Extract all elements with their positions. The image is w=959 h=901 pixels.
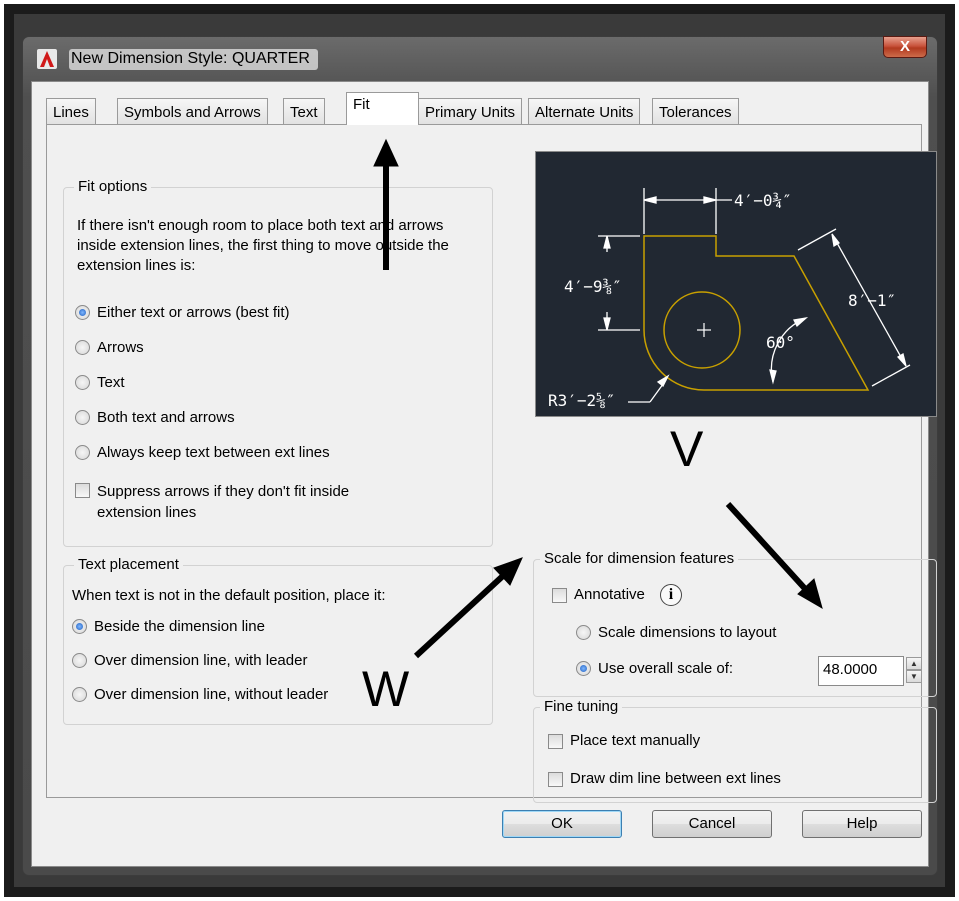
radio-arrows[interactable]: Arrows (75, 339, 144, 356)
preview-top-dimension: 4′−0¾″ (734, 191, 792, 210)
tab-symbols-and-arrows[interactable]: Symbols and Arrows (117, 98, 268, 124)
checkbox-draw-dim-line[interactable]: Draw dim line between ext lines (548, 770, 781, 787)
scale-group: Scale for dimension features Annotative … (533, 550, 937, 697)
radio-over-dim-with-leader[interactable]: Over dimension line, with leader (72, 652, 307, 669)
radio-over-dim-without-leader[interactable]: Over dimension line, without leader (72, 686, 328, 703)
fit-options-title: Fit options (74, 178, 152, 195)
fit-options-description: If there isn't enough room to place both… (77, 217, 449, 274)
preview-geometry (643, 235, 870, 391)
autocad-app-icon (37, 49, 57, 69)
radio-scale-to-layout[interactable]: Scale dimensions to layout (576, 624, 776, 641)
title-bar[interactable]: New Dimension Style: QUARTER X (23, 36, 937, 81)
radio-always-keep-text[interactable]: Always keep text between ext lines (75, 444, 330, 461)
info-icon[interactable]: i (660, 584, 682, 606)
checkbox-annotative[interactable]: Annotative (552, 586, 645, 603)
preview-left-dimension: 4′−9⅜″ (564, 277, 622, 296)
tab-alternate-units[interactable]: Alternate Units (528, 98, 641, 124)
dimension-style-dialog: New Dimension Style: QUARTER X Lines Sym… (22, 36, 938, 876)
help-button[interactable]: Help (802, 810, 922, 838)
text-placement-title: Text placement (74, 556, 183, 573)
close-button[interactable]: X (883, 36, 927, 58)
spinner-down-icon[interactable]: ▼ (906, 670, 922, 683)
dimension-preview: 4′−0¾″ 4′−9⅜″ 8′−1″ 60° R3′−2⅝″ (535, 151, 937, 417)
checkbox-suppress-arrows[interactable]: Suppress arrows if they don't fit inside… (75, 481, 395, 523)
cancel-button[interactable]: Cancel (652, 810, 772, 838)
tab-tolerances[interactable]: Tolerances (652, 98, 739, 124)
annotation-letter-w: W (362, 661, 410, 717)
overall-scale-spinner[interactable]: ▲ ▼ (906, 657, 922, 683)
tab-text[interactable]: Text (283, 98, 325, 124)
text-placement-group: Text placement When text is not in the d… (63, 556, 493, 725)
radio-both-text-and-arrows[interactable]: Both text and arrows (75, 409, 235, 426)
tab-fit[interactable]: Fit (346, 92, 419, 125)
preview-radius: R3′−2⅝″ (548, 391, 615, 410)
scale-title: Scale for dimension features (540, 550, 739, 567)
tab-primary-units[interactable]: Primary Units (418, 98, 523, 124)
dialog-client: Lines Symbols and Arrows Text Fit Primar… (31, 81, 937, 867)
radio-text[interactable]: Text (75, 374, 125, 391)
preview-right-dimension: 8′−1″ (848, 291, 896, 310)
fine-tuning-group: Fine tuning Place text manually Draw dim… (533, 698, 937, 803)
radio-use-overall-scale[interactable]: Use overall scale of: (576, 660, 733, 677)
annotation-letter-v: V (670, 421, 704, 477)
preview-drawing: 4′−0¾″ 4′−9⅜″ 8′−1″ 60° R3′−2⅝″ (548, 188, 911, 410)
tab-lines[interactable]: Lines (46, 98, 96, 124)
spinner-up-icon[interactable]: ▲ (906, 657, 922, 670)
dialog-title: New Dimension Style: QUARTER (69, 49, 318, 70)
ok-button[interactable]: OK (502, 810, 622, 838)
radio-either-text-or-arrows[interactable]: Either text or arrows (best fit) (75, 304, 290, 321)
fit-tab-panel: Fit options If there isn't enough room t… (46, 124, 937, 803)
fit-options-group: Fit options If there isn't enough room t… (63, 178, 493, 547)
checkbox-place-text-manually[interactable]: Place text manually (548, 732, 700, 749)
radio-beside-dimension-line[interactable]: Beside the dimension line (72, 618, 265, 635)
preview-angle: 60° (766, 333, 795, 352)
text-placement-description: When text is not in the default position… (72, 587, 386, 604)
fine-tuning-title: Fine tuning (540, 698, 623, 715)
overall-scale-input[interactable]: 48.0000 (818, 656, 904, 686)
